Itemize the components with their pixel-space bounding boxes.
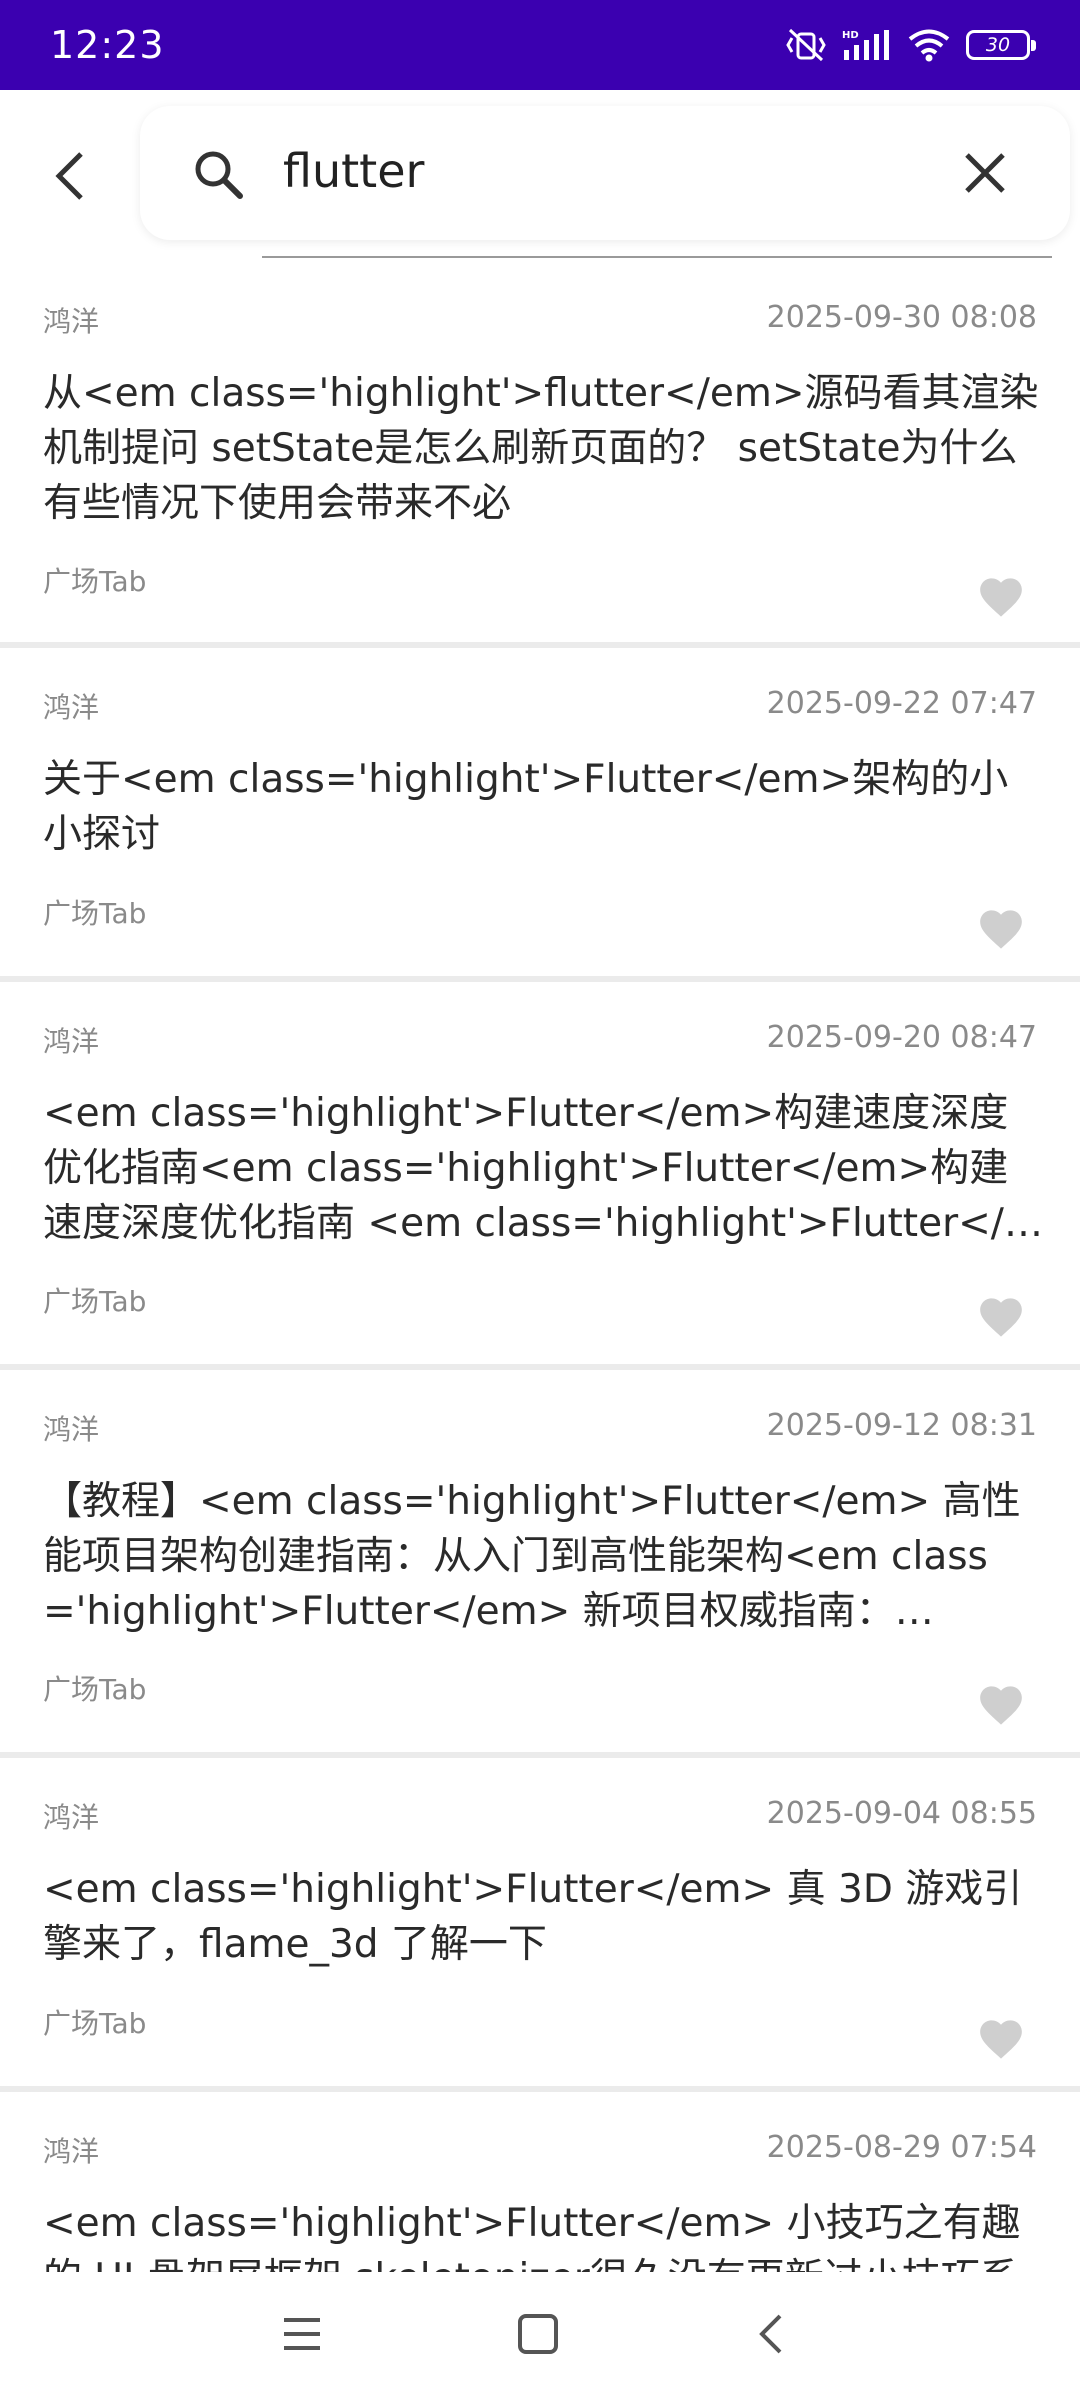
post-date: 2025-09-30 08:08	[766, 300, 1037, 335]
post-tag: 广场Tab	[43, 1673, 147, 1706]
menu-icon[interactable]	[280, 2312, 324, 2356]
post-title: <em class='highlight'>Flutter</em> 真 3D …	[43, 1867, 1023, 1967]
status-bar: 12:23 HD 30	[0, 0, 1080, 90]
post-tag: 广场Tab	[43, 2007, 147, 2040]
battery-level: 30	[985, 34, 1011, 56]
post-tag: 广场Tab	[43, 897, 147, 930]
system-nav-bar	[0, 2272, 1080, 2400]
status-icons: HD 30	[786, 28, 1036, 62]
list-item[interactable]: 鸿洋 2025-09-12 08:31 【教程】<em class='highl…	[0, 1370, 1080, 1758]
author-name: 鸿洋	[43, 1413, 100, 1446]
results-list: 鸿洋 2025-09-30 08:08 从<em class='highligh…	[0, 262, 1080, 2272]
heart-icon[interactable]	[976, 1680, 1026, 1726]
search-box[interactable]: flutter	[140, 106, 1070, 258]
search-icon	[195, 151, 243, 199]
post-title: 【教程】<em class='highlight'>Flutter</em> 高…	[43, 1479, 1021, 1634]
status-time: 12:23	[50, 23, 165, 67]
post-tag: 广场Tab	[43, 565, 147, 598]
back-arrow-icon	[55, 152, 83, 200]
post-date: 2025-09-12 08:31	[766, 1408, 1037, 1443]
back-button[interactable]	[40, 140, 100, 212]
post-date: 2025-09-20 08:47	[766, 1020, 1037, 1055]
post-title: <em class='highlight'>Flutter</em> 小技巧之有…	[43, 2201, 1021, 2272]
wifi-icon	[908, 29, 950, 62]
list-item[interactable]: 鸿洋 2025-09-20 08:47 <em class='highlight…	[0, 982, 1080, 1370]
post-tag: 广场Tab	[43, 1285, 147, 1318]
search-header: flutter	[0, 90, 1080, 262]
heart-icon[interactable]	[976, 1292, 1026, 1338]
post-date: 2025-08-29 07:54	[766, 2130, 1037, 2165]
post-title: 关于<em class='highlight'>Flutter</em>架构的小…	[43, 757, 1009, 857]
post-title: <em class='highlight'>Flutter</em>构建速度深度…	[43, 1091, 1028, 1246]
search-underline	[262, 256, 1052, 258]
post-date: 2025-09-22 07:47	[766, 686, 1037, 721]
clear-icon[interactable]	[962, 150, 1008, 196]
vibrate-mute-icon	[786, 28, 826, 62]
author-name: 鸿洋	[43, 1801, 100, 1834]
battery-icon: 30	[966, 30, 1036, 60]
post-date: 2025-09-04 08:55	[766, 1796, 1037, 1831]
author-name: 鸿洋	[43, 305, 100, 338]
post-title: 从<em class='highlight'>flutter</em>源码看其渲…	[43, 371, 1039, 526]
heart-icon[interactable]	[976, 904, 1026, 950]
list-item[interactable]: 鸿洋 2025-08-29 07:54 <em class='highlight…	[0, 2092, 1080, 2272]
home-icon[interactable]	[516, 2312, 560, 2356]
signal-hd-icon: HD	[842, 30, 889, 60]
author-name: 鸿洋	[43, 1025, 100, 1058]
svg-text:HD: HD	[842, 30, 859, 41]
author-name: 鸿洋	[43, 691, 100, 724]
author-name: 鸿洋	[43, 2135, 100, 2168]
list-item[interactable]: 鸿洋 2025-09-30 08:08 从<em class='highligh…	[0, 262, 1080, 648]
list-item[interactable]: 鸿洋 2025-09-22 07:47 关于<em class='highlig…	[0, 648, 1080, 982]
list-item[interactable]: 鸿洋 2025-09-04 08:55 <em class='highlight…	[0, 1758, 1080, 2092]
search-input[interactable]: flutter	[283, 144, 424, 198]
back-icon[interactable]	[750, 2312, 794, 2356]
heart-icon[interactable]	[976, 2014, 1026, 2060]
heart-icon[interactable]	[976, 572, 1026, 618]
